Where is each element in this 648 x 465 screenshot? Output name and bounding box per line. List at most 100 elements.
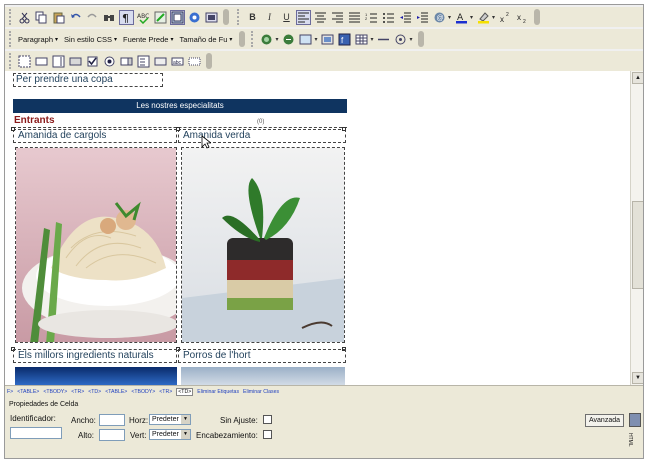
image-button-icon[interactable] (153, 54, 168, 69)
numbered-list-icon[interactable]: 12 (364, 10, 379, 25)
paste-icon[interactable] (51, 10, 66, 25)
subscript-icon[interactable]: x2 (515, 10, 530, 25)
clean-icon[interactable] (153, 10, 168, 25)
anchor-icon[interactable] (281, 32, 296, 47)
align-center-icon[interactable] (313, 10, 328, 25)
tag-path-item[interactable]: <TR> (71, 389, 84, 395)
table-icon[interactable] (354, 32, 369, 47)
block-format-select[interactable]: Paragraph ▾ (16, 32, 61, 46)
toolbar-grip[interactable] (251, 31, 255, 47)
checkbox-control-icon[interactable] (85, 54, 100, 69)
resize-handle[interactable] (176, 127, 180, 131)
chevron-down-icon[interactable]: ▾ (409, 36, 412, 43)
button-control-icon[interactable] (68, 54, 83, 69)
tag-path-item[interactable]: F> (7, 389, 13, 395)
encabezamiento-checkbox[interactable] (263, 430, 272, 439)
special-char-icon[interactable] (393, 32, 408, 47)
justify-icon[interactable] (347, 10, 362, 25)
chevron-down-icon[interactable]: ▾ (448, 14, 451, 21)
label-control-icon[interactable]: abc (170, 54, 185, 69)
copy-icon[interactable] (34, 10, 49, 25)
html-side-label[interactable]: HTML (627, 433, 633, 447)
toolbar-grip[interactable] (9, 31, 13, 47)
align-left-icon[interactable] (296, 9, 311, 25)
tag-path-current[interactable]: <TD> (176, 387, 194, 396)
radio-control-icon[interactable] (102, 54, 117, 69)
dish-image-partial[interactable] (15, 367, 177, 385)
table-cell[interactable]: Porros de l'hort (178, 349, 346, 363)
bullet-list-icon[interactable] (381, 10, 396, 25)
table-cell[interactable]: Els millors ingredients naturals (13, 349, 177, 363)
font-color-icon[interactable]: A (454, 10, 469, 25)
chevron-down-icon[interactable]: ▾ (370, 36, 373, 43)
tag-path-item[interactable]: <TABLE> (17, 389, 39, 395)
select-control-icon[interactable] (119, 54, 134, 69)
outdent-icon[interactable] (398, 10, 413, 25)
undo-icon[interactable] (68, 10, 83, 25)
media-icon[interactable] (320, 32, 335, 47)
underline-button[interactable]: U (279, 10, 294, 25)
font-name-select[interactable]: Fuente Prede ▾ (121, 32, 176, 46)
avanzada-button[interactable]: Avanzada (585, 414, 624, 427)
hidden-field-icon[interactable] (187, 54, 202, 69)
spellcheck-icon[interactable]: ABC (136, 10, 151, 25)
design-view-icon[interactable] (170, 9, 185, 25)
dish-image-partial[interactable] (181, 367, 345, 385)
toolbar-grip[interactable] (237, 9, 241, 25)
form-icon[interactable] (17, 54, 32, 69)
tag-path-item[interactable]: <TR> (159, 389, 172, 395)
panel-toggle-icon[interactable] (629, 413, 641, 427)
textarea-icon[interactable] (51, 54, 66, 69)
scroll-up-icon[interactable]: ▲ (632, 72, 643, 84)
dish-image-verda[interactable] (181, 147, 345, 343)
indent-icon[interactable] (415, 10, 430, 25)
font-size-select[interactable]: Tamaño de Fu ▾ (177, 32, 235, 46)
link-icon[interactable] (259, 32, 274, 47)
tag-path-item[interactable]: <TBODY> (43, 389, 67, 395)
chevron-down-icon[interactable]: ▾ (275, 36, 278, 43)
editor-canvas[interactable]: Per prendre una copa Les nostres especia… (5, 71, 630, 385)
section-title-entrants[interactable]: Entrants (14, 115, 55, 126)
image-icon[interactable] (298, 32, 313, 47)
html-view-icon[interactable] (204, 10, 219, 25)
chevron-down-icon[interactable]: ▾ (314, 36, 317, 43)
table-cell[interactable]: Amanida de cargols (13, 129, 177, 143)
remove-classes-link[interactable]: Eliminar Clases (243, 389, 279, 395)
css-style-select[interactable]: Sin estilo CSS ▾ (62, 32, 119, 46)
toolbar-grip[interactable] (9, 53, 13, 69)
remove-tags-link[interactable]: Eliminar Etiquetas (197, 389, 239, 395)
text-field-icon[interactable] (34, 54, 49, 69)
scroll-down-icon[interactable]: ▼ (632, 372, 643, 384)
bold-button[interactable]: B (245, 10, 260, 25)
align-right-icon[interactable] (330, 10, 345, 25)
tag-path-item[interactable]: <TABLE> (105, 389, 127, 395)
sin-ajuste-checkbox[interactable] (263, 415, 272, 424)
redo-icon[interactable] (85, 10, 100, 25)
vert-select[interactable]: Predeter ▼ (149, 429, 191, 440)
italic-button[interactable]: I (262, 10, 277, 25)
chevron-down-icon[interactable]: ▾ (492, 14, 495, 21)
superscript-icon[interactable]: x2 (498, 10, 513, 25)
symbols-icon[interactable]: @ (432, 10, 447, 25)
chevron-down-icon[interactable]: ▾ (470, 14, 473, 21)
specialities-header[interactable]: Les nostres especialitats (13, 99, 347, 113)
alto-input[interactable] (99, 429, 125, 441)
identificador-input[interactable] (10, 427, 62, 439)
flash-icon[interactable]: f (337, 32, 352, 47)
tag-path-item[interactable]: <TD> (88, 389, 101, 395)
find-icon[interactable] (102, 10, 117, 25)
horizontal-rule-icon[interactable] (376, 32, 391, 47)
ancho-input[interactable] (99, 414, 125, 426)
resize-handle[interactable] (342, 127, 346, 131)
vertical-scrollbar[interactable]: ▲ ▼ (630, 71, 643, 385)
toolbar-grip[interactable] (9, 9, 13, 25)
tag-path-item[interactable]: <TBODY> (131, 389, 155, 395)
table-cell[interactable]: Per prendre una copa (13, 73, 163, 87)
highlight-color-icon[interactable] (476, 10, 491, 25)
dish-image-cargols[interactable] (15, 147, 177, 343)
listbox-control-icon[interactable] (136, 54, 151, 69)
cut-icon[interactable] (17, 10, 32, 25)
resize-handle[interactable] (11, 127, 15, 131)
preview-icon[interactable] (187, 10, 202, 25)
horz-select[interactable]: Predeter ▼ (149, 414, 191, 425)
